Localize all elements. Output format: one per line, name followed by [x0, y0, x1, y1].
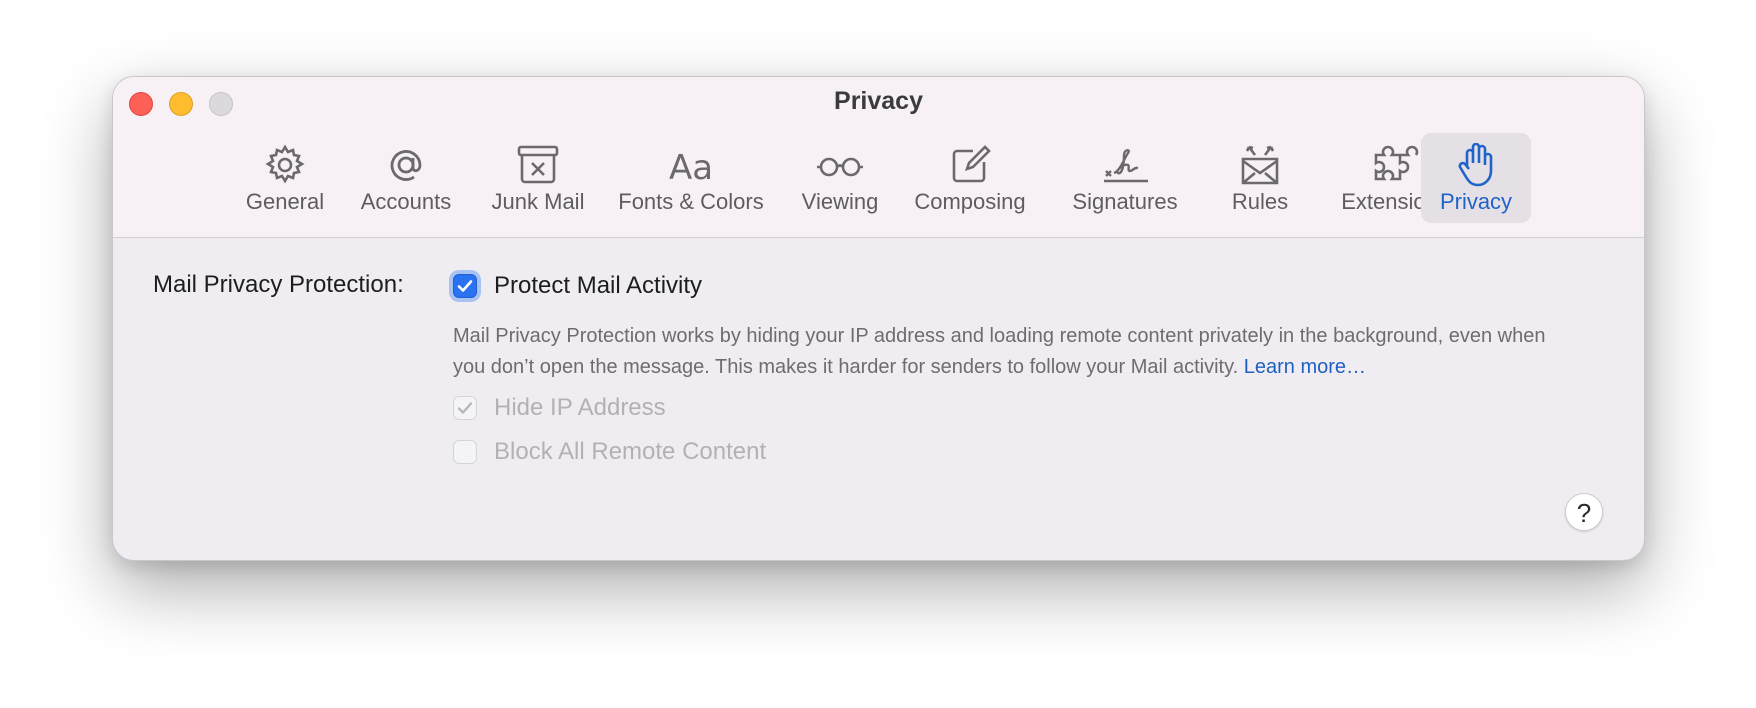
window-title: Privacy: [834, 87, 923, 115]
signature-icon: [1100, 143, 1150, 187]
tab-general[interactable]: General: [229, 133, 341, 223]
glasses-icon: [815, 143, 865, 187]
tab-rules[interactable]: Rules: [1205, 133, 1315, 223]
tab-fonts-colors[interactable]: Aa Fonts & Colors: [599, 133, 783, 223]
preferences-window: Privacy General Accounts Junk Mail Aa Fo…: [112, 76, 1645, 561]
at-icon: [381, 143, 431, 187]
tab-accounts-label: Accounts: [360, 189, 452, 214]
learn-more-link[interactable]: Learn more…: [1244, 356, 1366, 378]
tab-signatures-label: Signatures: [1072, 189, 1178, 214]
gear-icon: [260, 143, 310, 187]
privacy-description-text: Mail Privacy Protection works by hiding …: [453, 325, 1546, 378]
hide-ip-address-checkbox: [453, 396, 477, 420]
mail-privacy-protection-label: Mail Privacy Protection:: [153, 271, 404, 298]
compose-icon: [945, 143, 995, 187]
toolbar: Privacy General Accounts Junk Mail Aa Fo…: [113, 77, 1644, 238]
rules-envelope-icon: [1235, 143, 1285, 187]
tab-viewing[interactable]: Viewing: [785, 133, 895, 223]
tab-privacy[interactable]: Privacy: [1421, 133, 1531, 223]
tab-rules-label: Rules: [1231, 189, 1289, 214]
help-button[interactable]: ?: [1565, 493, 1603, 531]
hide-ip-address-label: Hide IP Address: [494, 394, 666, 421]
checkmark-icon: [457, 280, 473, 292]
block-all-remote-content-checkbox: [453, 440, 477, 464]
privacy-description: Mail Privacy Protection works by hiding …: [453, 321, 1573, 383]
checkmark-icon: [457, 402, 473, 414]
tab-general-label: General: [245, 189, 325, 214]
protect-mail-activity-label[interactable]: Protect Mail Activity: [494, 272, 702, 300]
fonts-icon: Aa: [666, 143, 716, 188]
tab-composing[interactable]: Composing: [895, 133, 1045, 223]
privacy-pane: Mail Privacy Protection: Protect Mail Ac…: [113, 238, 1644, 560]
tab-junk-mail-label: Junk Mail: [491, 189, 585, 214]
tab-accounts[interactable]: Accounts: [345, 133, 467, 223]
tab-signatures[interactable]: Signatures: [1045, 133, 1205, 223]
protect-mail-activity-checkbox[interactable]: [453, 274, 477, 298]
junk-mail-icon: [513, 143, 563, 187]
tab-fonts-colors-label: Fonts & Colors: [618, 189, 764, 214]
preferences-tabs: General Accounts Junk Mail Aa Fonts & Co…: [113, 133, 1644, 229]
hand-icon: [1451, 142, 1501, 187]
tab-viewing-label: Viewing: [801, 189, 879, 214]
svg-text:Aa: Aa: [669, 148, 713, 187]
puzzle-icon: [1370, 143, 1420, 187]
tab-composing-label: Composing: [914, 189, 1026, 214]
block-all-remote-content-label: Block All Remote Content: [494, 438, 767, 465]
tab-junk-mail[interactable]: Junk Mail: [471, 133, 605, 223]
tab-privacy-label: Privacy: [1439, 189, 1513, 214]
